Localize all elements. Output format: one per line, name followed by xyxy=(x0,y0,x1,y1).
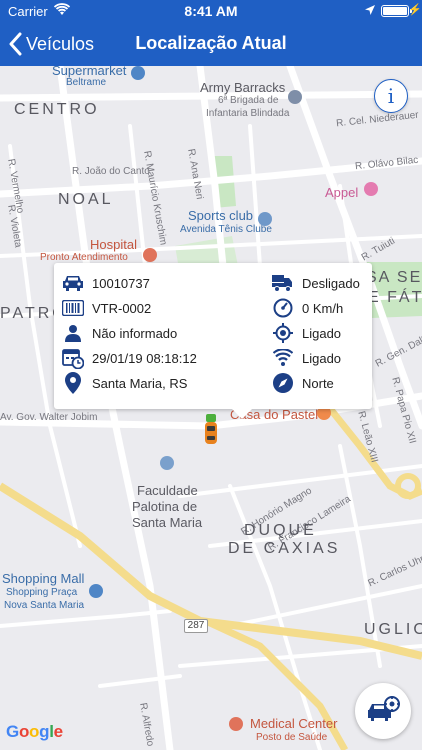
driver-name: Não informado xyxy=(92,325,178,341)
speed-row: 0 Km/h xyxy=(272,296,343,320)
chevron-left-icon xyxy=(9,32,22,56)
map-label-posto: Posto de Saúde xyxy=(256,732,328,743)
compass-icon xyxy=(272,372,294,394)
map-label-sports: Sports club xyxy=(188,208,254,223)
supermarket-pin-icon[interactable] xyxy=(131,66,145,80)
speedometer-icon xyxy=(272,297,294,319)
calendar-clock-icon xyxy=(62,347,84,369)
info-button[interactable]: i xyxy=(374,79,408,113)
map-label-de-fati: E FÁTI xyxy=(368,289,422,306)
signal-row: Ligado xyxy=(272,346,341,370)
map-label-duque2: DE CAXIAS xyxy=(228,540,341,557)
map-label-nossa-sen: SA SEN xyxy=(366,269,422,286)
map-label-duque1: DUQUE xyxy=(244,522,317,539)
nav-bar: Veículos Localização Atual xyxy=(0,22,422,66)
map-label-nova-sm: Nova Santa Maria xyxy=(4,600,85,611)
map-label-faculdade2: Palotina de xyxy=(132,499,198,514)
status-time: 8:41 AM xyxy=(184,3,238,19)
vehicle-plate: VTR-0002 xyxy=(92,300,152,316)
map-label-tenis: Avenida Tênis Clube xyxy=(180,224,272,235)
map-label-infantaria: Infantaria Blindada xyxy=(206,108,290,119)
map-label-shopping-mall: Shopping Mall xyxy=(2,571,85,586)
map-label-army: Army Barracks xyxy=(200,80,286,95)
charging-icon: ⚡ xyxy=(408,4,422,16)
car-marker-icon xyxy=(205,414,217,444)
back-label: Veículos xyxy=(26,33,95,54)
vehicle-location-button[interactable] xyxy=(355,683,411,739)
map-label-shopping-praca: Shopping Praça xyxy=(6,587,78,598)
shopping-pin-icon[interactable] xyxy=(89,584,103,598)
hospital-pin-icon[interactable] xyxy=(143,248,157,262)
vehicle-id: 10010737 xyxy=(92,275,150,291)
appel-pin-icon[interactable] xyxy=(364,182,378,196)
map-label-hospital: Hospital xyxy=(90,237,137,252)
medical-pin-icon[interactable] xyxy=(229,717,243,731)
back-button[interactable]: Veículos xyxy=(8,30,94,58)
map-pin-icon xyxy=(62,372,84,394)
map-label-faculdade1: Faculdade xyxy=(137,483,198,498)
location-arrow-icon xyxy=(364,4,376,19)
map-label-noal: NOAL xyxy=(58,191,114,208)
map-label-joao-do-canto: R. João do Canto xyxy=(72,166,150,177)
map-label-medical: Medical Center xyxy=(250,716,338,731)
car-icon xyxy=(62,272,84,294)
map-label-appel: Appel xyxy=(325,185,359,200)
map-label-pronto: Pronto Atendimento xyxy=(40,252,128,263)
info-icon: i xyxy=(387,84,395,108)
map-label-faculdade3: Santa Maria xyxy=(132,515,203,530)
last-update: 29/01/19 08:18:12 xyxy=(92,350,197,366)
ignition-row: Desligado xyxy=(272,271,360,295)
vehicle-location-icon xyxy=(368,696,400,721)
vehicle-speed: 0 Km/h xyxy=(302,300,344,316)
google-logo-text: Google xyxy=(6,722,63,741)
status-bar: Carrier 8:41 AM ⚡ xyxy=(0,0,422,22)
truck-icon xyxy=(272,272,294,294)
road-shield-287: 287 xyxy=(184,619,208,633)
vehicle-marker[interactable] xyxy=(204,414,218,444)
map-label-beltrame: Beltrame xyxy=(66,77,107,88)
gps-row: Ligado xyxy=(272,321,341,345)
barcode-icon xyxy=(62,297,84,319)
datetime-row: 29/01/19 08:18:12 xyxy=(62,346,197,370)
person-icon xyxy=(62,322,84,344)
signal-icon xyxy=(272,347,294,369)
signal-status: Ligado xyxy=(302,350,342,366)
faculdade-pin-icon[interactable] xyxy=(160,456,174,470)
map-label-ugliones: UGLION xyxy=(364,621,422,638)
plate-row: VTR-0002 xyxy=(62,296,151,320)
google-logo: Google xyxy=(6,722,63,742)
vehicle-city: Santa Maria, RS xyxy=(92,375,188,391)
map-label-centro: CENTRO xyxy=(14,101,100,118)
ignition-status: Desligado xyxy=(302,275,360,291)
driver-row: Não informado xyxy=(62,321,177,345)
army-pin-icon[interactable] xyxy=(288,90,302,104)
vehicle-info-popup: 10010737 VTR-0002 Não informado 29/01/19… xyxy=(54,263,372,419)
gps-status: Ligado xyxy=(302,325,342,341)
map-label-av-gov: Av. Gov. Walter Jobim xyxy=(0,412,98,423)
vehicle-id-row: 10010737 xyxy=(62,271,150,295)
city-row: Santa Maria, RS xyxy=(62,371,187,395)
gps-icon xyxy=(272,322,294,344)
direction-row: Norte xyxy=(272,371,334,395)
sports-pin-icon[interactable] xyxy=(258,212,272,226)
battery-icon xyxy=(381,5,412,17)
vehicle-direction: Norte xyxy=(302,375,334,391)
map-label-brigada: 6ª Brigada de xyxy=(218,95,279,106)
top-bar: Carrier 8:41 AM ⚡ Veículos Localização A… xyxy=(0,0,422,66)
